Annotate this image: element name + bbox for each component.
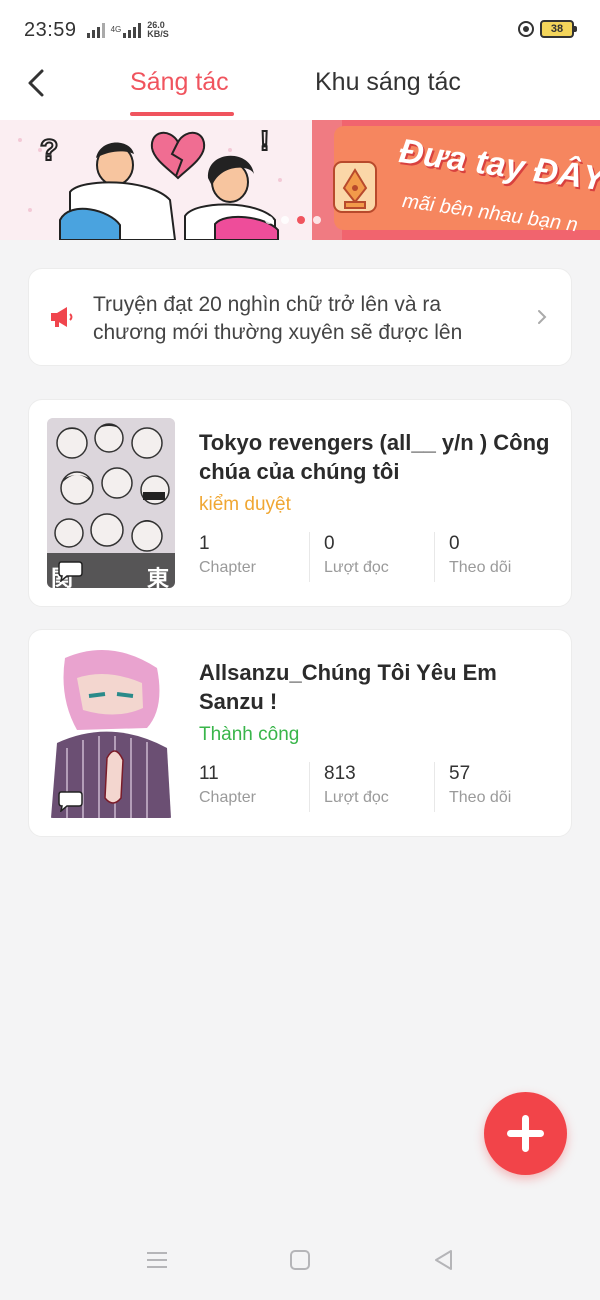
chevron-left-icon[interactable] <box>22 68 52 98</box>
tab-khu-sang-tac[interactable]: Khu sáng tác <box>315 68 461 97</box>
plus-icon <box>507 1115 544 1152</box>
signal-icon-2 <box>123 22 142 38</box>
chevron-right-icon <box>538 310 547 324</box>
tab-sang-tac[interactable]: Sáng tác <box>130 68 229 97</box>
story-stats: 11 Chapter 813 Lượt đọc 57 Theo dõi <box>199 762 559 812</box>
banner-dot-active <box>297 216 305 224</box>
svg-text:?: ? <box>40 134 58 167</box>
stat-label: Chapter <box>199 789 256 806</box>
comment-icon <box>58 791 83 812</box>
stat-followers: 57 Theo dõi <box>434 762 559 812</box>
banner-pagination <box>265 216 321 224</box>
banner-promo-panel: Đưa tay ĐÂY mãi bên nhau bạn n <box>312 120 600 240</box>
svg-text:!: ! <box>260 125 269 156</box>
comment-icon <box>58 561 83 582</box>
stat-reads: 813 Lượt đọc <box>309 762 434 812</box>
stat-label: Lượt đọc <box>324 789 389 806</box>
megaphone-icon <box>51 307 73 327</box>
notice-card[interactable]: Truyện đạt 20 nghìn chữ trở lên và ra ch… <box>28 268 572 366</box>
story-card[interactable]: Allsanzu_Chúng Tôi Yêu Em Sanzu ! Thành … <box>28 629 572 837</box>
svg-text:東: 東 <box>147 567 169 588</box>
story-title: Tokyo revengers (all__ y/n ) Công chúa c… <box>199 430 550 484</box>
pen-nib-icon <box>333 161 377 213</box>
banner-dot <box>313 216 321 224</box>
top-header: Sáng tác Khu sáng tác <box>0 60 600 120</box>
story-title: Allsanzu_Chúng Tôi Yêu Em Sanzu ! <box>199 660 497 714</box>
stat-label: Lượt đọc <box>324 559 389 576</box>
banner-dot <box>281 216 289 224</box>
stat-value: 1 <box>199 533 210 554</box>
signal-icon <box>86 22 105 38</box>
story-status: kiểm duyệt <box>199 494 291 515</box>
status-bar: 23:59 4G 26.0 KB/S 38 <box>0 0 600 60</box>
back-triangle-icon[interactable] <box>432 1248 454 1272</box>
home-icon[interactable] <box>289 1249 311 1271</box>
stat-chapters: 11 Chapter <box>199 762 309 812</box>
menu-icon[interactable] <box>146 1250 168 1270</box>
active-tab-indicator <box>130 112 234 116</box>
stat-chapters: 1 Chapter <box>199 532 309 582</box>
stat-value: 11 <box>199 763 219 784</box>
stat-value: 0 <box>449 533 460 554</box>
story-stats: 1 Chapter 0 Lượt đọc 0 Theo dõi <box>199 532 559 582</box>
stat-label: Chapter <box>199 559 256 576</box>
stat-value: 0 <box>324 533 335 554</box>
system-nav-bar <box>0 1220 600 1300</box>
status-time: 23:59 <box>24 18 77 41</box>
story-card[interactable]: 関 東 Tokyo revengers (all__ y/n ) Công ch… <box>28 399 572 607</box>
record-icon <box>518 21 534 37</box>
network-speed: 26.0 KB/S <box>147 21 169 39</box>
story-cover <box>47 648 175 818</box>
stat-reads: 0 Lượt đọc <box>309 532 434 582</box>
stat-followers: 0 Theo dõi <box>434 532 559 582</box>
stat-value: 57 <box>449 763 471 784</box>
stat-label: Theo dõi <box>449 789 512 806</box>
story-status: Thành công <box>199 724 300 745</box>
battery-indicator: 38 <box>540 20 577 38</box>
speed-unit: KB/S <box>147 29 169 39</box>
stat-value: 813 <box>324 763 356 784</box>
network-type: 4G <box>110 25 122 34</box>
banner-dot <box>265 216 273 224</box>
stat-label: Theo dõi <box>449 559 512 576</box>
story-cover: 関 東 <box>47 418 175 588</box>
notice-text: Truyện đạt 20 nghìn chữ trở lên và ra ch… <box>93 293 463 344</box>
add-story-button[interactable] <box>484 1092 567 1175</box>
